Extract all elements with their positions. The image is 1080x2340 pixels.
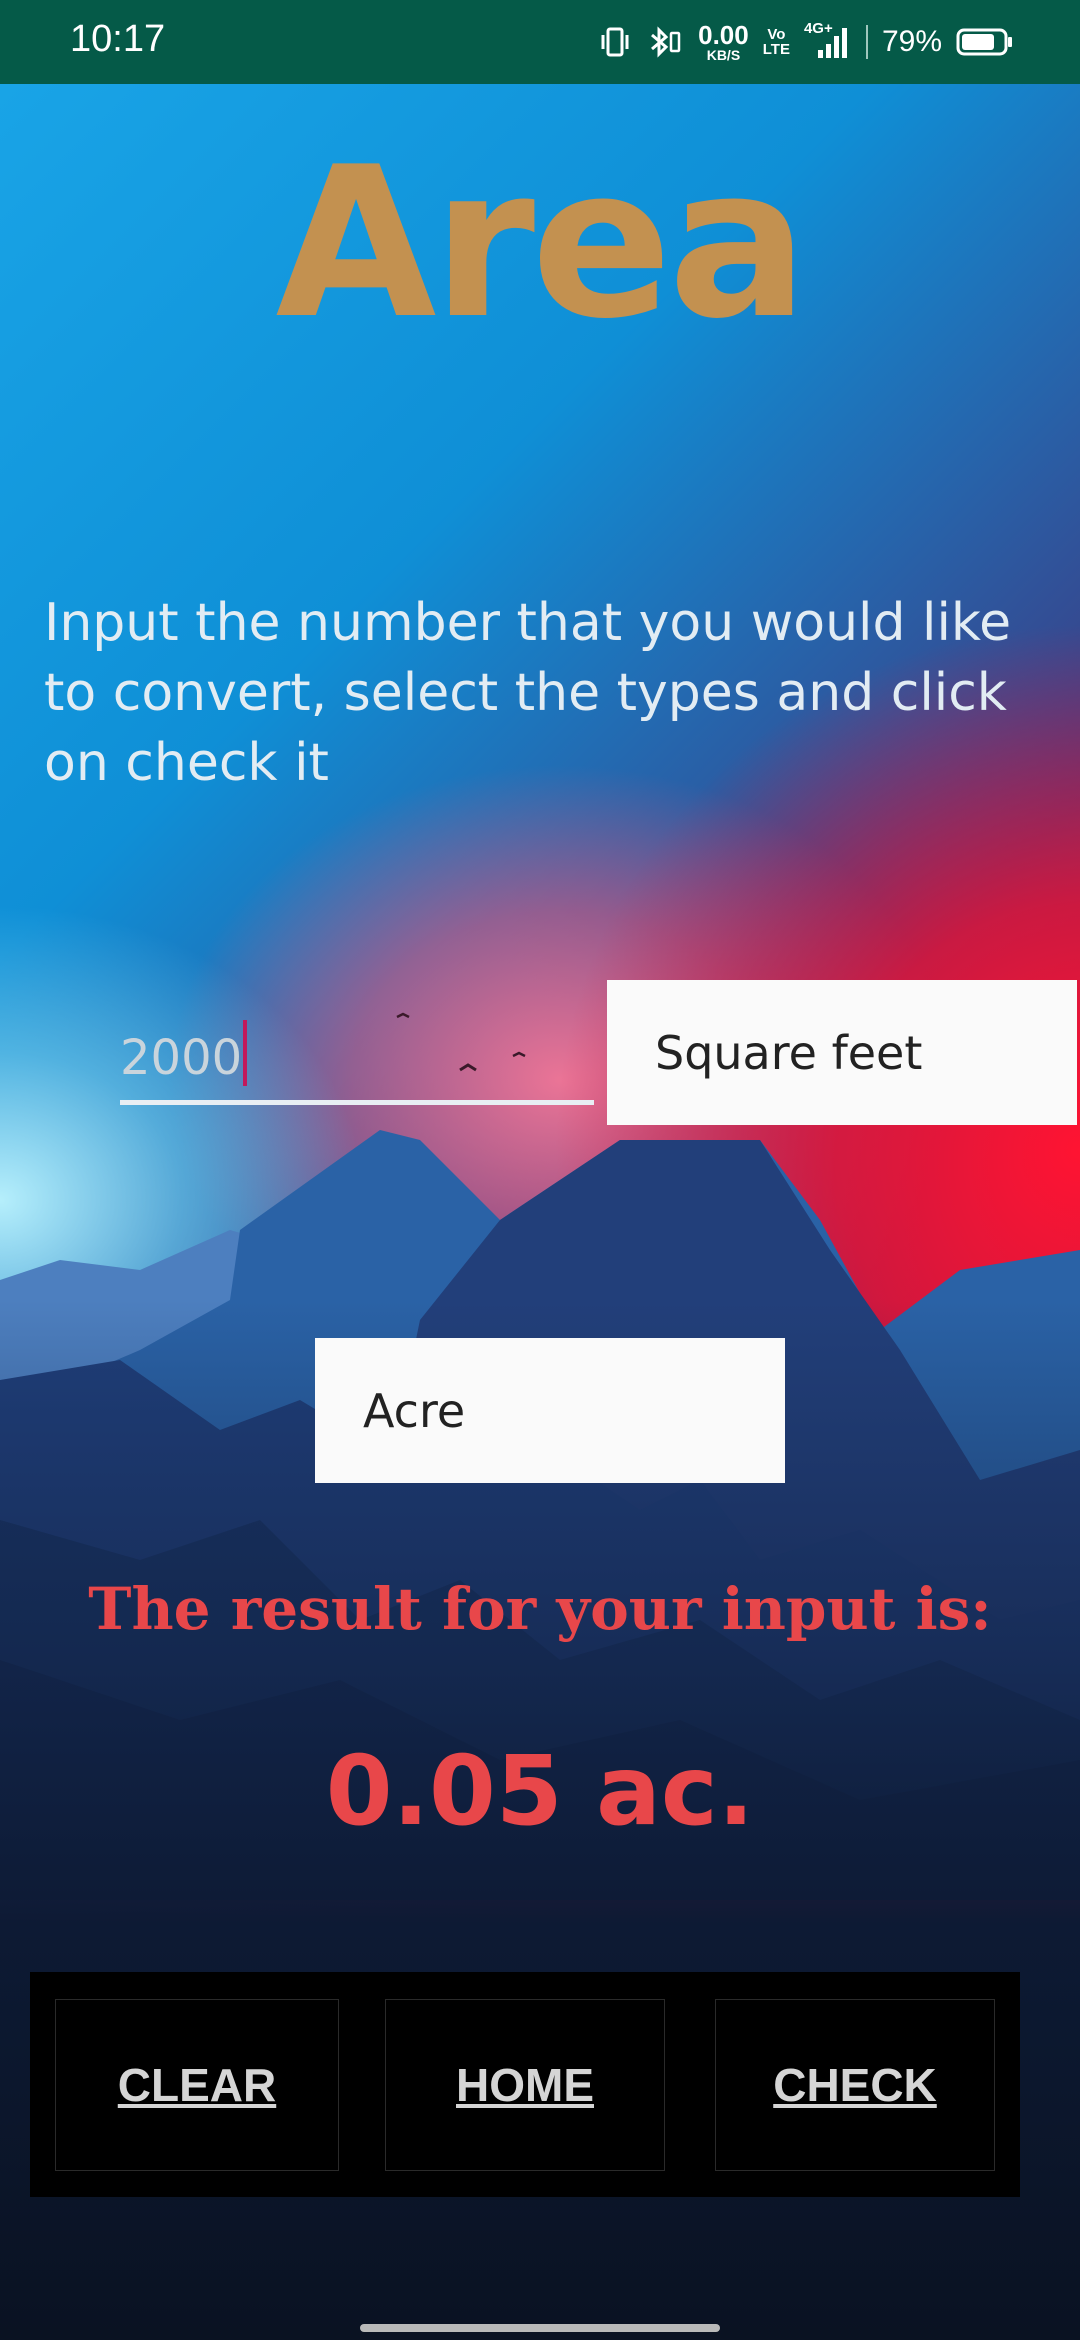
status-divider <box>865 25 868 59</box>
bluetooth-icon <box>646 25 684 59</box>
birds-illustration <box>396 1012 526 1072</box>
page-title: Area <box>275 123 809 365</box>
volte-bottom: LTE <box>762 41 790 58</box>
volte-indicator: Vo LTE <box>763 27 790 57</box>
home-button[interactable]: HOME <box>385 1999 665 2171</box>
instructions-text: Input the number that you would like to … <box>44 593 1012 793</box>
status-bar: 10:17 0.00 KB/S Vo LTE 4G+ 79% <box>0 0 1080 84</box>
status-icons: 0.00 KB/S Vo LTE 4G+ 79% <box>598 14 1014 70</box>
result-label: The result for your input is: <box>88 1575 992 1643</box>
battery-percent: 79% <box>881 25 942 58</box>
vibrate-icon <box>598 25 632 59</box>
app-screen: 10:17 0.00 KB/S Vo LTE 4G+ 79% Area Inpu… <box>0 0 1080 2340</box>
net-speed: 0.00 KB/S <box>698 22 749 62</box>
volte-top: Vo <box>767 26 786 43</box>
gesture-home-indicator[interactable] <box>360 2324 720 2332</box>
text-caret <box>243 1020 248 1086</box>
result-value: 0.05 ac. <box>325 1735 755 1847</box>
clear-button[interactable]: CLEAR <box>55 1999 339 2171</box>
network-type: 4G+ <box>803 20 833 37</box>
signal-icon: 4G+ <box>803 20 852 62</box>
to-unit-label: Acre <box>363 1383 466 1438</box>
from-unit-label: Square feet <box>655 1025 923 1080</box>
status-time: 10:17 <box>70 18 166 60</box>
number-input-value: 2000 <box>120 1030 243 1086</box>
net-speed-value: 0.00 <box>698 20 749 50</box>
check-button[interactable]: CHECK <box>715 1999 995 2171</box>
button-bar: CLEAR HOME CHECK <box>30 1972 1020 2197</box>
net-speed-unit: KB/S <box>706 47 741 63</box>
to-unit-dropdown[interactable]: Acre <box>315 1338 785 1483</box>
from-unit-dropdown[interactable]: Square feet <box>607 980 1077 1125</box>
battery-icon <box>956 27 1014 57</box>
